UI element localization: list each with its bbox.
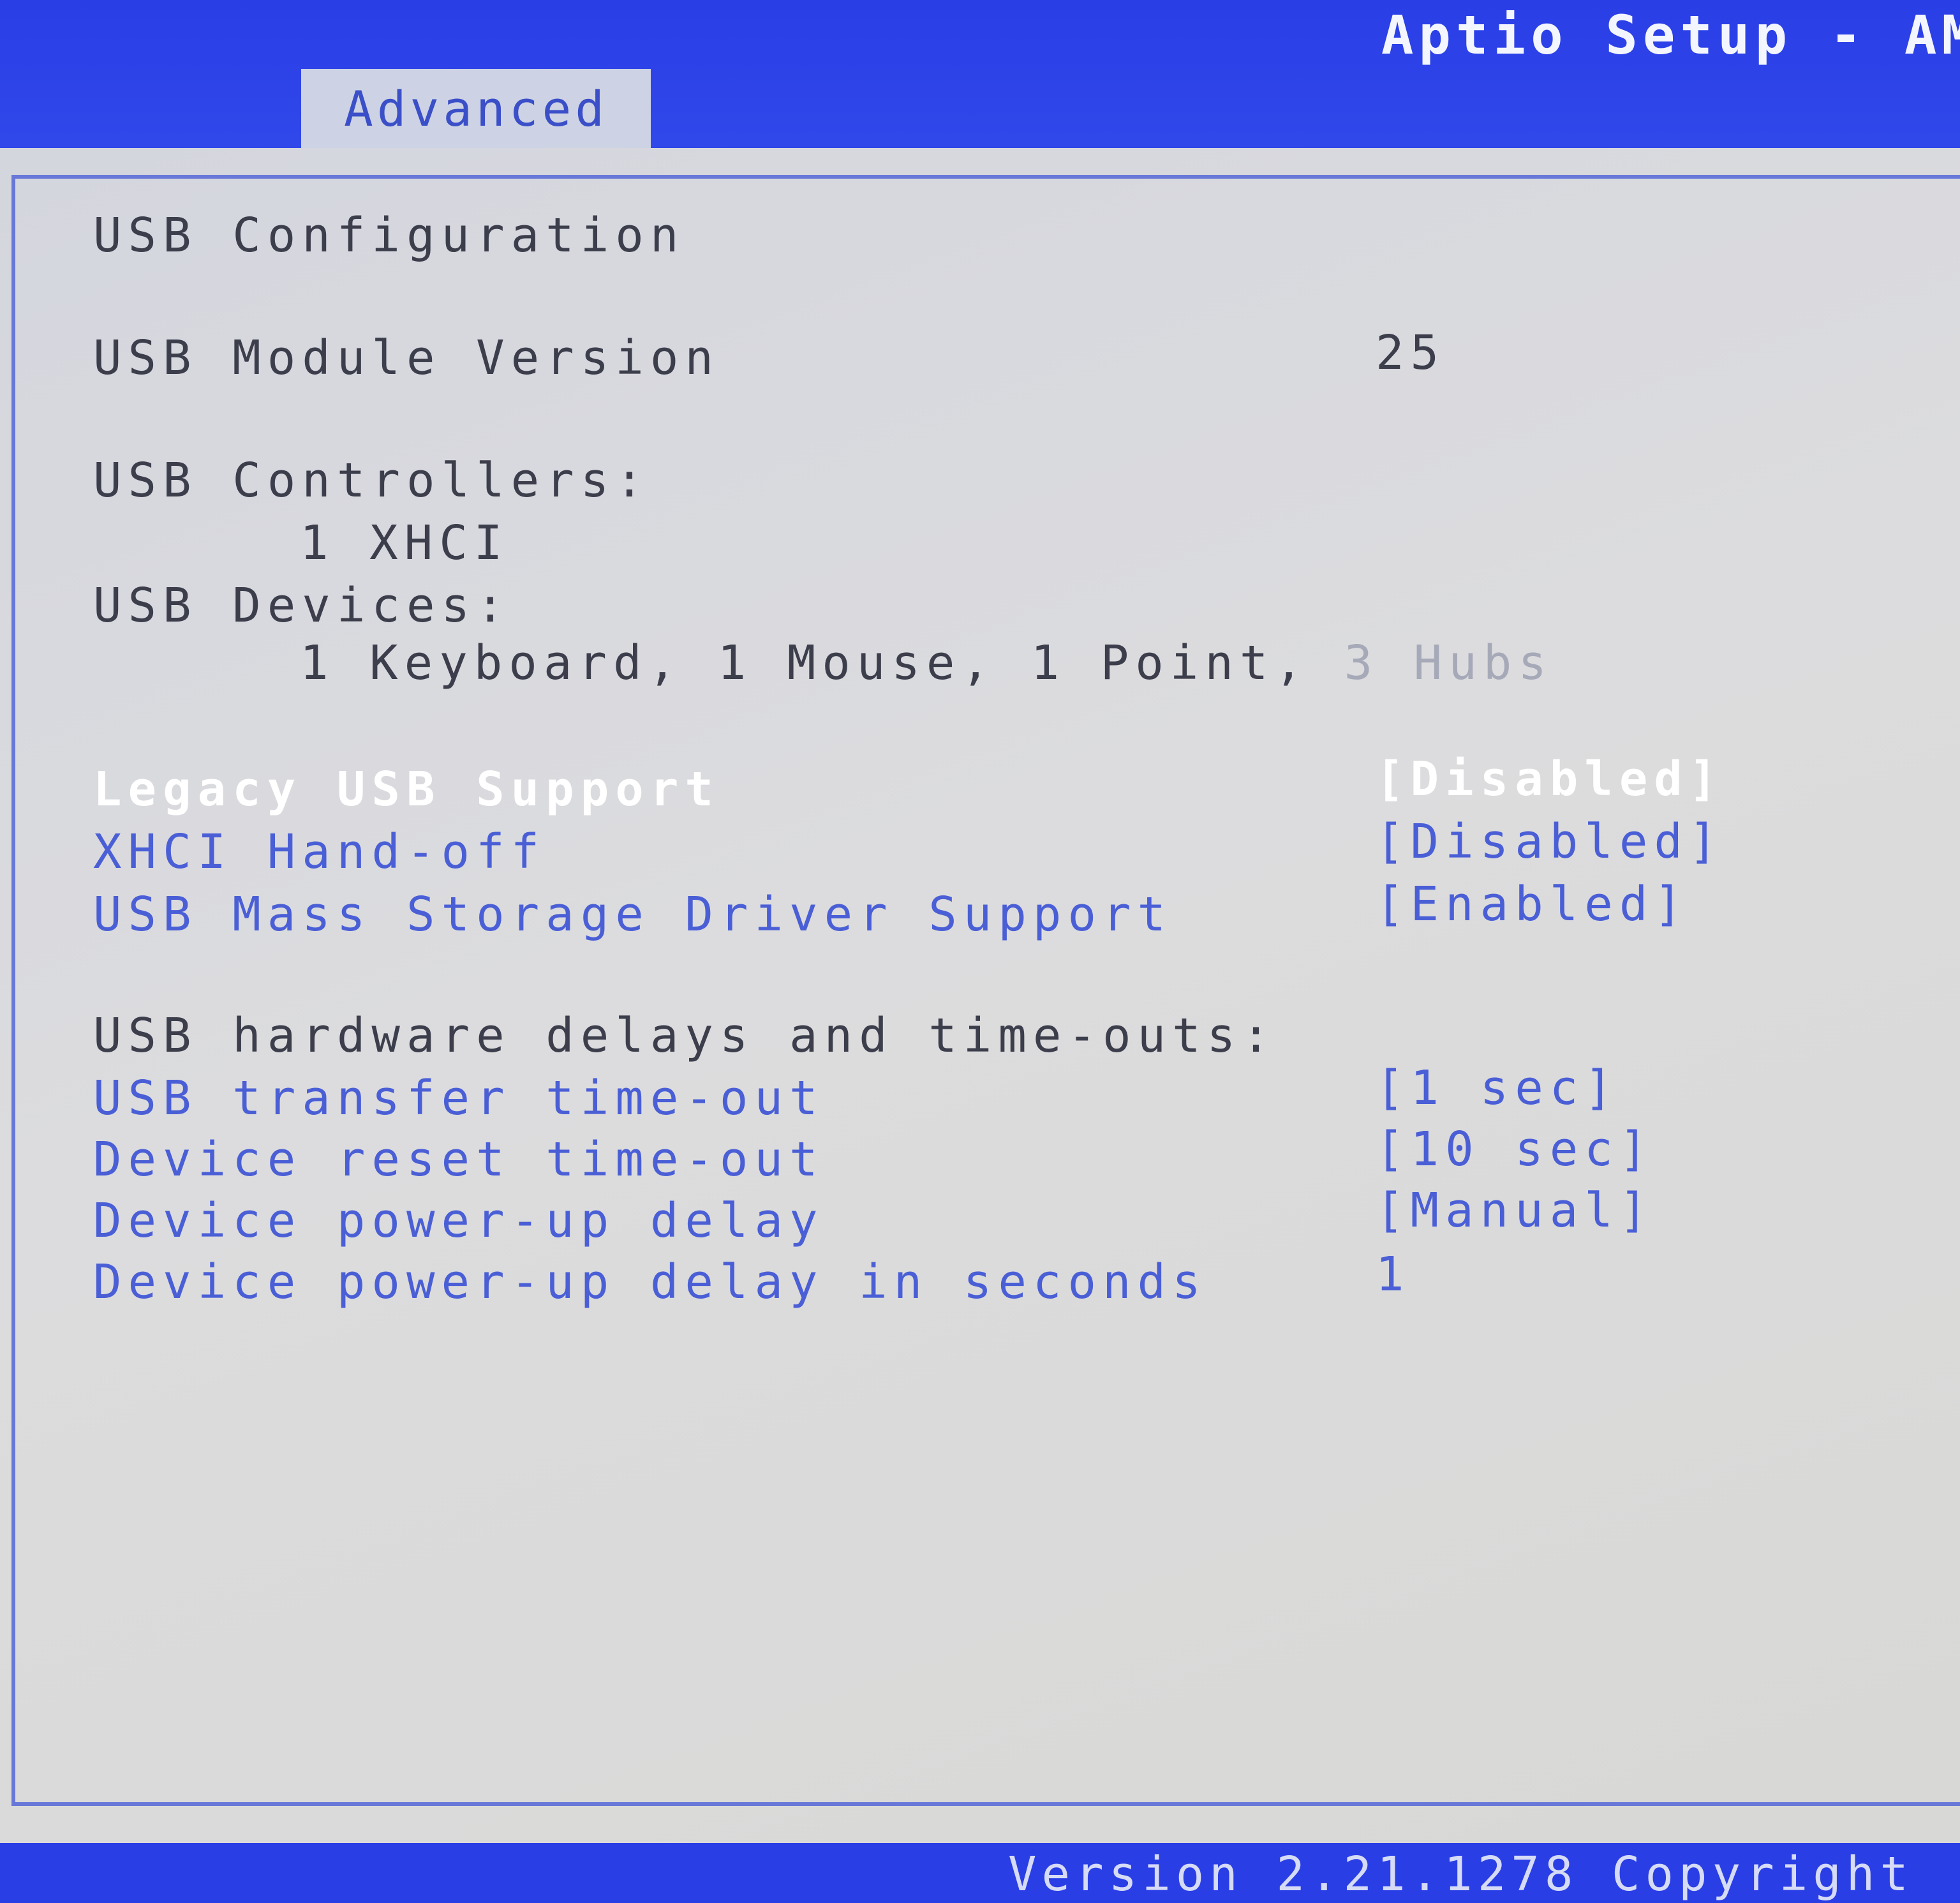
usb-transfer-timeout-option[interactable]: USB transfer time-out [93,1075,824,1122]
legacy-usb-support-value[interactable]: [Disabled] [1376,756,1724,803]
usb-transfer-timeout-value[interactable]: [1 sec] [1376,1064,1619,1112]
usb-mass-storage-value[interactable]: [Enabled] [1376,881,1689,928]
device-powerup-delay-seconds-option[interactable]: Device power-up delay in seconds [93,1258,1207,1306]
xhci-handoff-value[interactable]: [Disabled] [1376,818,1724,865]
delays-header: USB hardware delays and time-outs: [93,1008,1277,1063]
device-powerup-delay-option[interactable]: Device power-up delay [93,1197,824,1244]
devices-value-main: 1 Keyboard, 1 Mouse, 1 Point, [300,636,1310,690]
module-version-value: 25 [1376,325,1446,380]
controllers-label: USB Controllers: [93,453,650,508]
devices-value: 1 Keyboard, 1 Mouse, 1 Point, 3 Hubs [300,639,1553,687]
device-powerup-delay-value[interactable]: [Manual] [1376,1187,1654,1234]
main-panel: USB Configuration USB Module Version 25 … [0,148,1960,1843]
title-bar: Aptio Setup - AM Advanced [0,0,1960,148]
legacy-usb-support-option[interactable]: Legacy USB Support [93,766,720,813]
version-text: Version 2.21.1278 Copyright [1008,1847,1913,1902]
content-frame [11,175,1960,1806]
device-reset-timeout-value[interactable]: [10 sec] [1376,1126,1654,1173]
app-title: Aptio Setup - AM [1381,4,1960,66]
device-reset-timeout-option[interactable]: Device reset time-out [93,1136,824,1183]
device-powerup-delay-seconds-value[interactable]: 1 [1376,1251,1411,1298]
usb-mass-storage-option[interactable]: USB Mass Storage Driver Support [93,891,1172,938]
devices-label: USB Devices: [93,578,511,633]
footer-bar: Version 2.21.1278 Copyright [0,1843,1960,1903]
module-version-label: USB Module Version [93,331,720,385]
tab-advanced[interactable]: Advanced [301,69,651,148]
xhci-handoff-option[interactable]: XHCI Hand-off [93,828,546,876]
page-title: USB Configuration [93,208,685,263]
controllers-value: 1 XHCI [300,516,509,571]
devices-value-faded: 3 Hubs [1344,636,1553,690]
